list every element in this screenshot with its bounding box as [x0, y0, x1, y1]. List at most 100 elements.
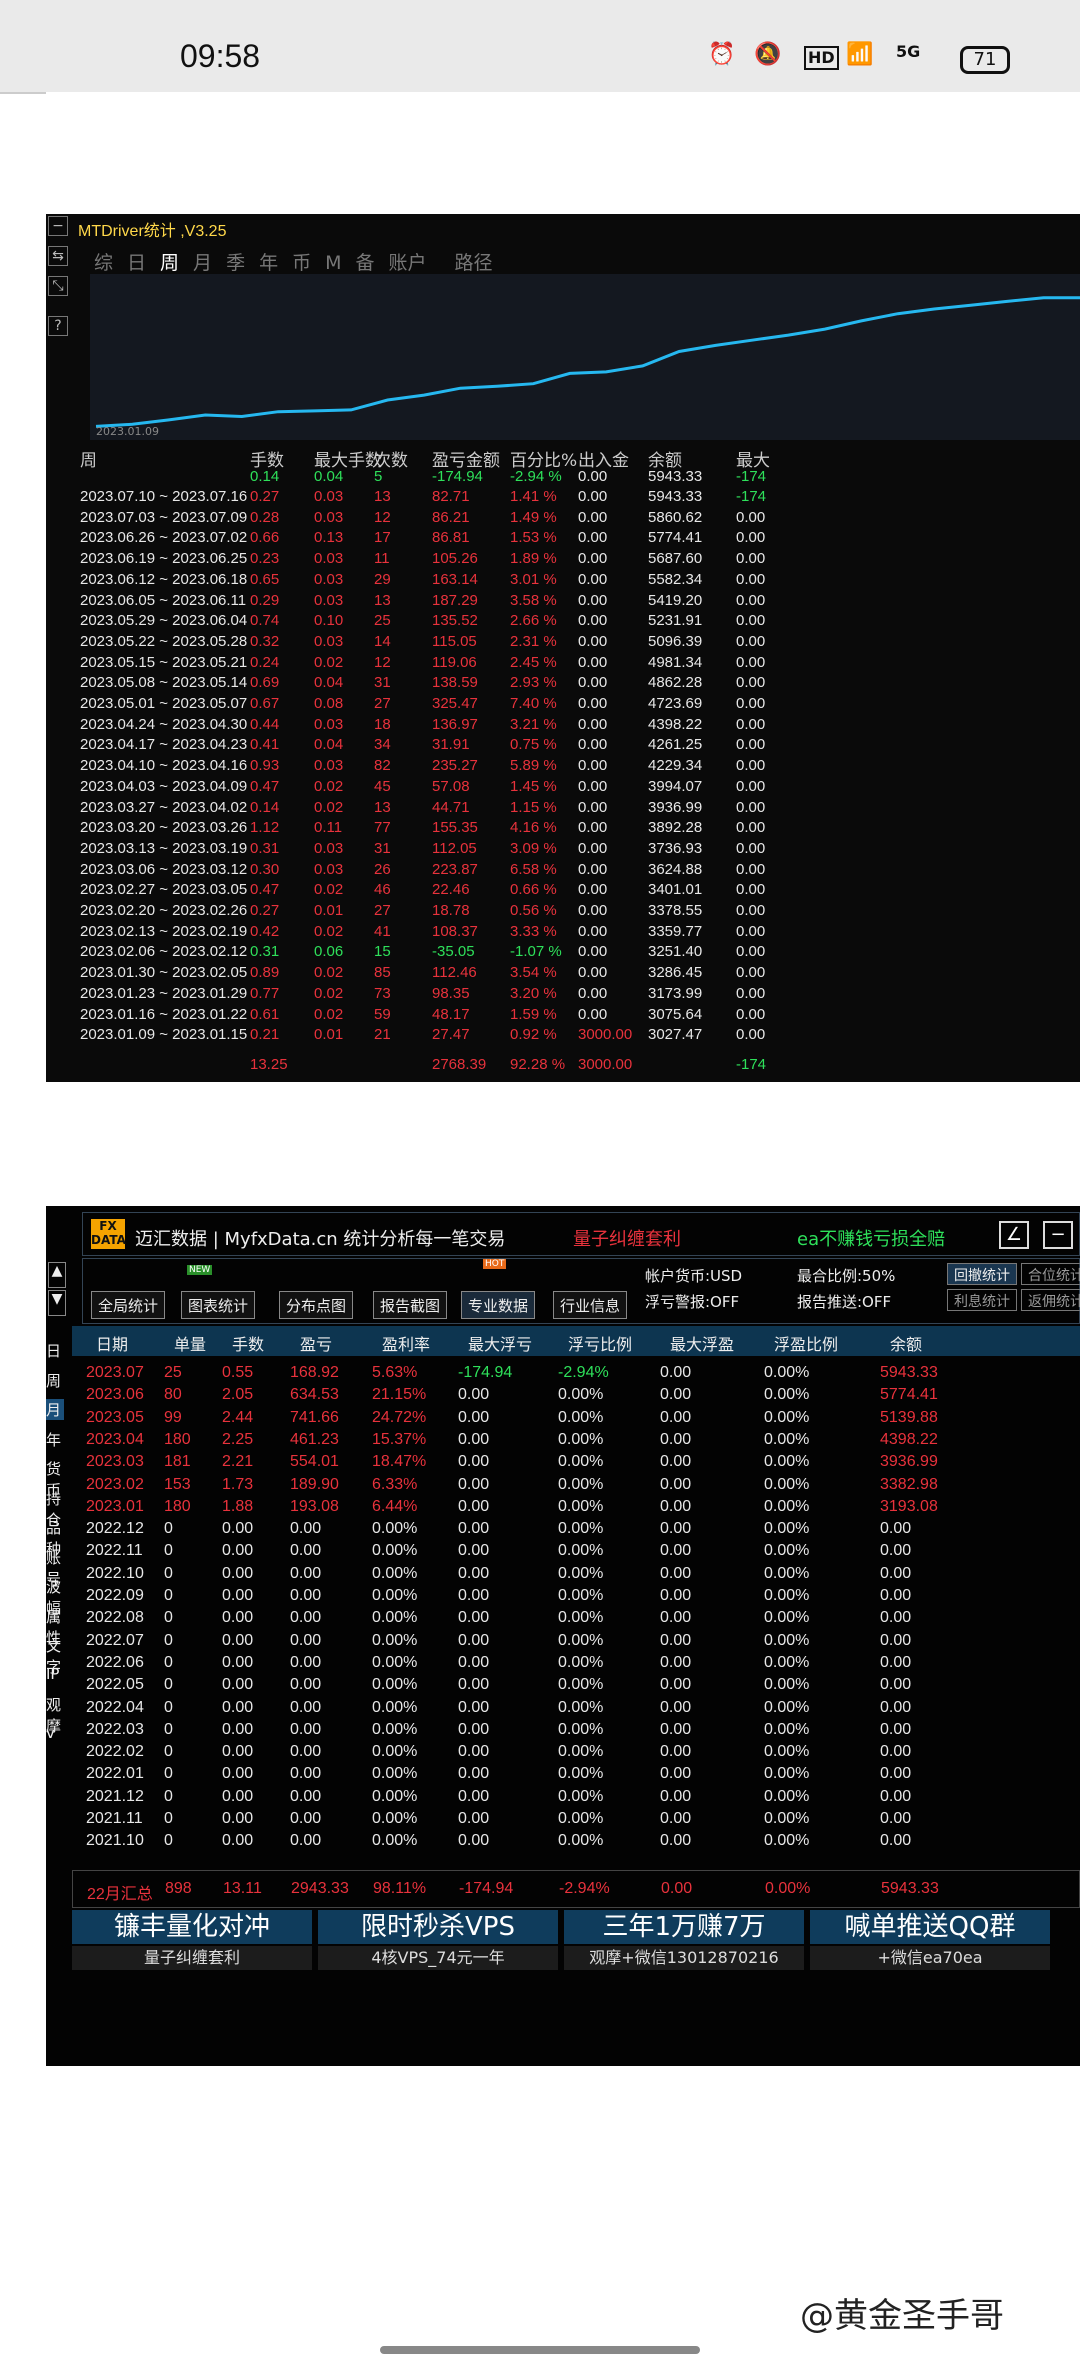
toolbar-button[interactable]: 报告截图 — [373, 1291, 448, 1319]
info-report_push: 报告推送:OFF — [797, 1293, 892, 1311]
tab-4[interactable]: 季 — [226, 252, 245, 274]
toolbar-button[interactable]: 行业信息 — [553, 1291, 628, 1319]
left-nav-item[interactable]: v — [46, 1724, 64, 1742]
side-stat-button[interactable]: 合位统计 — [1021, 1263, 1080, 1285]
cell-pnl: 86.21 — [432, 508, 470, 526]
cell-pnl: 82.71 — [432, 488, 470, 505]
help-icon[interactable]: ? — [48, 316, 68, 336]
cell-balance: 0.00 — [880, 1520, 912, 1538]
tab-6[interactable]: 币 — [292, 252, 311, 274]
toolbar-button[interactable]: 图表统计 — [181, 1291, 256, 1319]
cell-balance: 3378.55 — [648, 902, 703, 919]
resize-icon[interactable]: ⤡ — [48, 276, 68, 296]
tab-7[interactable]: M — [325, 252, 341, 274]
cell-max_float_loss: 0.00 — [458, 1743, 490, 1761]
cell-rate: 0.00% — [372, 1743, 418, 1761]
total-date: 22月汇总 — [87, 1886, 153, 1903]
table-row: 2023.01.23 ~ 2023.01.29 0.77 0.02 73 98.35 3.… — [80, 985, 1080, 1005]
tab-11[interactable]: 路径 — [455, 252, 493, 274]
ad-banner[interactable]: 喊单推送QQ群 — [810, 1910, 1050, 1944]
cell-pnl: 0.00 — [290, 1676, 322, 1694]
side-stat-button[interactable]: 回撤统计 — [947, 1263, 1017, 1285]
left-nav-item[interactable]: 年 — [46, 1429, 64, 1450]
cell-count: 12 — [374, 653, 391, 671]
cell-count: 13 — [374, 798, 391, 816]
tab-5[interactable]: 年 — [259, 252, 278, 274]
mtdriver-tabs: 综日周月季年币 M 备账户 路径 — [94, 248, 507, 275]
alarm-icon: ⏰ — [708, 42, 736, 67]
cell-count: 77 — [374, 819, 391, 837]
home-indicator[interactable] — [380, 2346, 700, 2354]
tab-9[interactable]: 账户 — [389, 252, 427, 274]
cell-count: 85 — [374, 964, 391, 982]
cell-max_lots: 0.02 — [314, 777, 344, 795]
cell-max_float_loss: 0.00 — [458, 1832, 490, 1850]
minimize-icon[interactable]: − — [48, 216, 68, 236]
ad-subtitle[interactable]: 观摩+微信13012870216 — [564, 1946, 804, 1970]
cell-float_loss_pct: 0.00% — [558, 1787, 604, 1805]
cell-pnl: -35.05 — [432, 943, 475, 961]
ad-subtitle[interactable]: 量子纠缠套利 — [72, 1946, 312, 1970]
battery-indicator: 71 — [960, 46, 1010, 74]
edit-icon[interactable]: ∠ — [999, 1221, 1029, 1249]
side-stat-button[interactable]: 利息统计 — [947, 1289, 1017, 1311]
tab-0[interactable]: 综 — [94, 252, 113, 274]
toolbar-button[interactable]: 分布点图 — [279, 1291, 354, 1319]
left-nav: 日周月年货币 持仓 品种 账号 波幅 属性 文字 IP 观摩 v — [46, 1258, 66, 1958]
left-nav-item[interactable]: IP — [46, 1665, 64, 1683]
cell-float_profit_pct: 0.00% — [764, 1810, 810, 1827]
move-icon[interactable]: ⇆ — [48, 246, 68, 266]
cell-max: -174 — [736, 1056, 767, 1073]
cell-pnl: 98.35 — [432, 984, 470, 1002]
cell-pnl: 187.29 — [432, 591, 478, 609]
ad-subtitle[interactable]: +微信ea70ea — [810, 1946, 1050, 1970]
side-stat-button[interactable]: 返佣统计 — [1021, 1289, 1080, 1311]
table-row: 2023.02.06 ~ 2023.02.12 0.31 0.06 15 -35.05 -… — [80, 943, 1080, 963]
cell-io: 0.00 — [578, 798, 608, 816]
cell-max_float_loss: -174.94 — [458, 1364, 513, 1381]
cell-pct: 1.41 % — [510, 488, 557, 505]
tab-1[interactable]: 日 — [127, 252, 146, 274]
table-row: 2023.02.13 ~ 2023.02.19 0.42 0.02 41 108.37 3… — [80, 923, 1080, 943]
left-nav-item[interactable]: 月 — [46, 1399, 64, 1420]
tab-2[interactable]: 周 — [160, 252, 179, 274]
table-row: 0.14 0.04 5 -174.94 -2.94 % 0.00 5943.33 -174 — [80, 468, 1080, 488]
cell-balance: 5139.88 — [880, 1408, 938, 1426]
cell-max_float_profit: 0.00 — [660, 1631, 692, 1649]
ad-banner[interactable]: 三年1万赚7万 — [564, 1910, 804, 1944]
cell-date: 2022.03 — [86, 1720, 144, 1738]
toolbar-button[interactable]: 专业数据 — [461, 1291, 536, 1319]
cell-io: 3000.00 — [578, 1026, 633, 1044]
divider — [0, 92, 46, 94]
cell-max_float_profit: 0.00 — [660, 1587, 692, 1604]
cell-balance: 0.00 — [880, 1720, 912, 1738]
cell-lots: 0.44 — [250, 715, 280, 733]
ad-banner[interactable]: 镰丰量化对冲 — [72, 1910, 312, 1944]
left-nav-item[interactable]: 日 — [46, 1340, 64, 1361]
green-slogan: ea不赚钱亏损全赔 — [797, 1229, 946, 1250]
cell-balance: 5860.62 — [648, 508, 703, 526]
cell-lots: 2.21 — [222, 1453, 254, 1471]
cell-balance: 4398.22 — [648, 715, 703, 733]
cell-pnl: 105.26 — [432, 550, 478, 568]
cell-float_profit_pct: 0.00% — [764, 1631, 810, 1649]
left-nav-item[interactable]: 周 — [46, 1370, 64, 1391]
cell-float_loss_pct: 0.00% — [558, 1653, 604, 1671]
cell-date: 2023.05 — [86, 1408, 144, 1426]
ad-banner[interactable]: 限时秒杀VPS — [318, 1910, 558, 1944]
cell-pnl: 136.97 — [432, 715, 478, 733]
cell-lots: 0.00 — [222, 1520, 254, 1538]
cell-float_loss_pct: 0.00% — [558, 1430, 604, 1448]
cell-lots: 0.30 — [250, 860, 280, 878]
table-row: 2022.01 0 0.00 0.00 0.00% 0.00 0.00% 0.00 0.00% 0… — [72, 1765, 1080, 1787]
cell-count: 45 — [374, 777, 391, 795]
toolbar-button[interactable]: 全局统计 — [91, 1291, 166, 1319]
tab-3[interactable]: 月 — [193, 252, 212, 274]
minimize-icon[interactable]: − — [1043, 1221, 1073, 1249]
cell-max_lots: 0.03 — [314, 570, 344, 588]
ad-subtitle[interactable]: 4核VPS_74元一年 — [318, 1946, 558, 1970]
cell-io: 0.00 — [578, 984, 608, 1002]
tab-8[interactable]: 备 — [356, 252, 375, 274]
cell-io: 0.00 — [578, 488, 608, 505]
column-header: 盈利率 — [382, 1335, 431, 1354]
